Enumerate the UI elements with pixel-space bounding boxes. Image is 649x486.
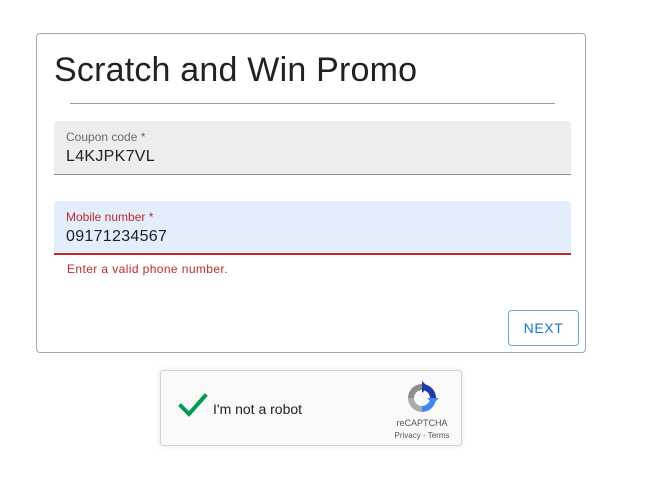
coupon-code-label: Coupon code * [66,130,146,144]
coupon-code-input[interactable]: L4KJPK7VL [66,148,155,166]
coupon-code-field[interactable]: Coupon code * L4KJPK7VL [54,121,571,175]
privacy-link[interactable]: Privacy [395,431,421,440]
page-title: Scratch and Win Promo [54,51,418,89]
recaptcha-logo-icon [408,381,439,412]
checkmark-icon[interactable] [178,393,208,419]
next-button[interactable]: NEXT [508,310,579,346]
mobile-number-input[interactable]: 09171234567 [66,228,167,246]
not-robot-label: I'm not a robot [213,401,303,417]
promo-form-card: Scratch and Win Promo Coupon code * L4KJ… [36,33,586,353]
link-separator: - [420,431,428,440]
mobile-number-error: Enter a valid phone number. [67,262,228,276]
recaptcha-links: Privacy - Terms [389,431,455,440]
mobile-number-label: Mobile number * [66,210,154,224]
recaptcha-brand: reCAPTCHA [396,418,448,428]
recaptcha-widget: I'm not a robot reCAPTCHA Privacy - Term… [160,370,462,446]
title-divider [70,103,555,104]
mobile-number-field[interactable]: Mobile number * 09171234567 [54,201,571,255]
terms-link[interactable]: Terms [428,431,450,440]
